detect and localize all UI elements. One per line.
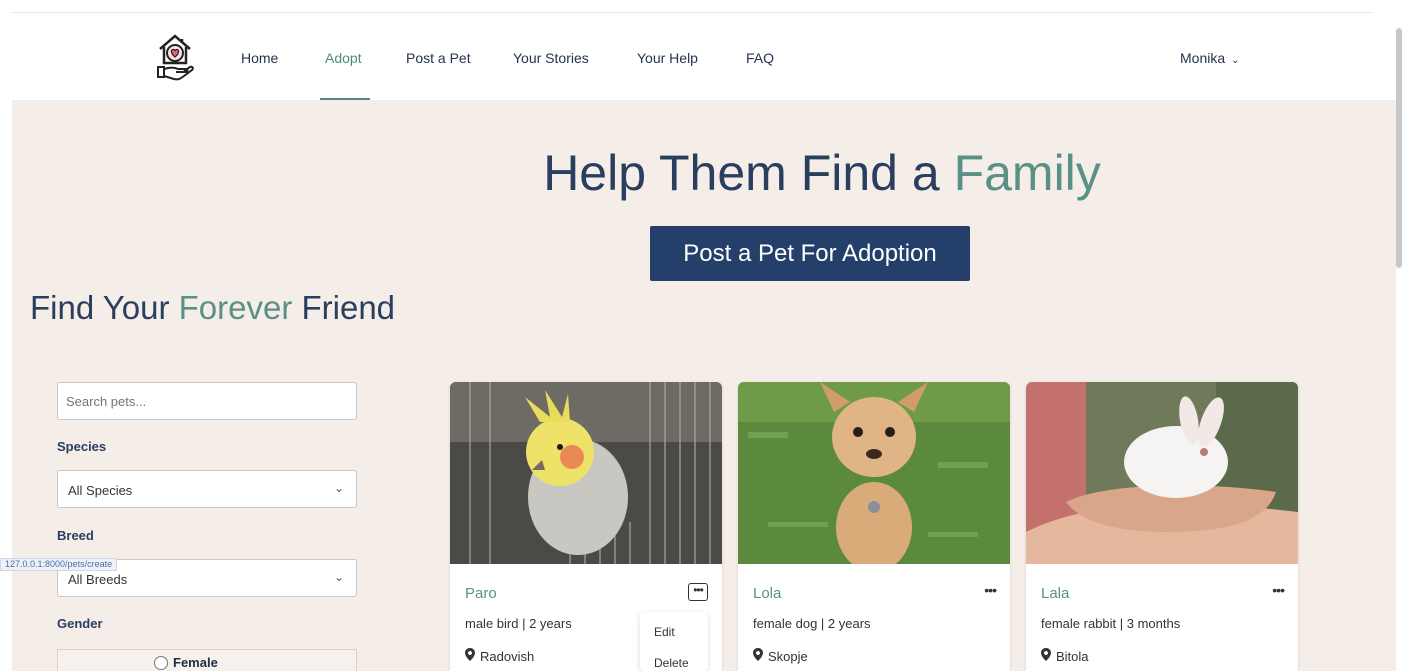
section-title-text: Find Your [30, 289, 179, 326]
gender-label: Gender [57, 616, 103, 631]
pet-location-text: Bitola [1056, 649, 1089, 664]
pet-info: male bird | 2 years [465, 616, 572, 631]
pet-location-text: Skopje [768, 649, 808, 664]
scrollbar-thumb[interactable] [1396, 28, 1402, 268]
female-label: Female [173, 655, 218, 670]
delete-menu-item[interactable]: Delete [654, 656, 689, 670]
post-pet-button[interactable]: Post a Pet For Adoption [650, 226, 970, 281]
nav-post-a-pet[interactable]: Post a Pet [406, 50, 471, 66]
map-pin-icon [465, 648, 475, 664]
pet-photo-bird [450, 382, 722, 564]
pet-name[interactable]: Paro [465, 585, 497, 602]
section-title-text-end: Friend [292, 289, 396, 326]
female-radio[interactable] [154, 656, 168, 670]
nav-your-help[interactable]: Your Help [637, 50, 698, 66]
main-content: Help Them Find a Family Post a Pet For A… [12, 100, 1396, 671]
map-pin-icon [753, 648, 763, 664]
more-options-icon[interactable]: ••• [1272, 582, 1285, 598]
nav-faq[interactable]: FAQ [746, 50, 774, 66]
hero-title: Help Them Find a Family [12, 144, 1396, 202]
section-title-accent: Forever [178, 289, 293, 326]
pet-name[interactable]: Lola [753, 585, 781, 602]
user-menu[interactable]: Monika ⌄ [1180, 50, 1240, 66]
hero-title-accent: Family [953, 145, 1101, 201]
home-heart-hand-logo[interactable] [150, 27, 200, 83]
species-select[interactable]: All Species ⌄ [57, 470, 357, 508]
pet-card-lala[interactable]: Lala ••• female rabbit | 3 months Bitola [1026, 382, 1298, 671]
section-title: Find Your Forever Friend [30, 289, 395, 327]
pet-location: Skopje [753, 648, 808, 664]
pet-info: female rabbit | 3 months [1041, 616, 1181, 631]
hero-title-text: Help Them Find a [543, 145, 954, 201]
nav-home[interactable]: Home [241, 50, 278, 66]
nav-your-stories[interactable]: Your Stories [513, 50, 589, 66]
breed-value: All Breeds [68, 572, 128, 587]
pet-card-lola[interactable]: Lola ••• female dog | 2 years Skopje [738, 382, 1010, 671]
user-name: Monika [1180, 50, 1226, 66]
species-value: All Species [68, 483, 133, 498]
card-options-menu: Edit Delete [640, 612, 708, 671]
breed-label: Breed [57, 528, 94, 543]
chevron-down-icon: ⌄ [333, 570, 344, 584]
pet-photo-dog [738, 382, 1010, 564]
edit-menu-item[interactable]: Edit [654, 625, 675, 639]
chevron-down-icon: ⌄ [1231, 55, 1240, 66]
map-pin-icon [1041, 648, 1051, 664]
navbar: Home Adopt Post a Pet Your Stories Your … [12, 12, 1372, 100]
chevron-down-icon: ⌄ [333, 481, 344, 495]
pet-location: Radovish [465, 648, 534, 664]
pet-location-text: Radovish [480, 649, 535, 664]
pet-info: female dog | 2 years [753, 616, 871, 631]
more-options-icon[interactable]: ••• [984, 582, 997, 598]
more-options-icon[interactable]: ••• [688, 583, 708, 601]
species-label: Species [57, 439, 107, 454]
pet-location: Bitola [1041, 648, 1089, 664]
pet-name[interactable]: Lala [1041, 585, 1069, 602]
nav-adopt[interactable]: Adopt [325, 50, 362, 66]
status-bar-url: 127.0.0.1:8000/pets/create [0, 558, 118, 571]
pet-photo-rabbit [1026, 382, 1298, 564]
search-input[interactable] [57, 382, 357, 420]
